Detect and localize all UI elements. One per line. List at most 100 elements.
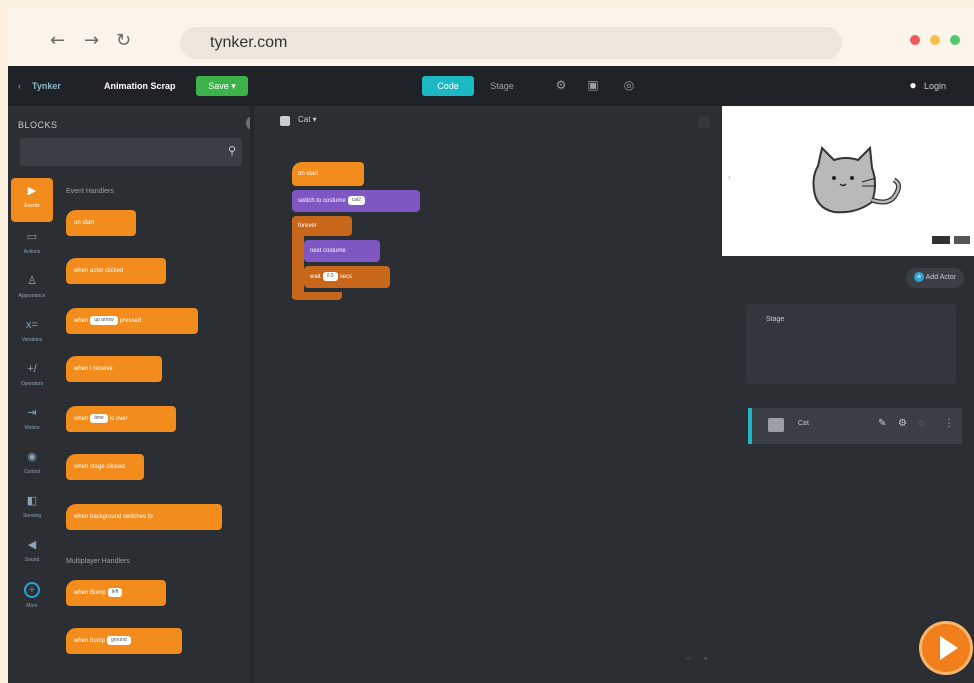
back-chevron-icon[interactable]: ‹ (18, 81, 21, 91)
category-variables[interactable]: x= Variables (11, 312, 53, 356)
window-dot-green[interactable] (950, 35, 960, 45)
block-when-key-pressed[interactable]: when up arrow pressed (66, 308, 198, 334)
category-label: More (26, 603, 38, 609)
stage-size-large-icon[interactable] (954, 236, 970, 244)
zoom-in-icon[interactable]: + (703, 654, 708, 663)
script-block-wait[interactable]: wait 0.5 secs (304, 266, 390, 288)
zoom-out-icon[interactable]: – (686, 654, 690, 663)
workspace-menu-icon[interactable] (698, 116, 710, 128)
app-topbar: ‹ Tynker Animation Scrap Save ▾ Code Sta… (8, 66, 974, 106)
square-icon: ▭ (26, 231, 38, 243)
category-control[interactable]: ◉ Control (11, 444, 53, 488)
tab-code[interactable]: Code (422, 76, 474, 96)
edit-icon[interactable]: ✎ (878, 418, 886, 429)
block-on-start[interactable]: on start (66, 210, 136, 236)
operator-icon: +/ (27, 363, 37, 375)
plus-icon: + (914, 272, 925, 282)
actor-thumbnail-icon (280, 116, 290, 126)
script-block-next-costume[interactable]: next costume (304, 240, 380, 262)
cat-sprite[interactable] (804, 144, 914, 224)
block-text: pressed (119, 318, 142, 324)
plus-icon: + (24, 582, 40, 598)
forward-icon[interactable]: → (84, 30, 99, 51)
reload-icon[interactable]: ↻ (116, 30, 131, 51)
block-pill[interactable]: cat2 (347, 195, 366, 205)
block-text: secs (339, 274, 352, 280)
block-when-background-switches[interactable]: when background switches to (66, 504, 222, 530)
category-label: Control (23, 469, 41, 475)
block-when-time[interactable]: when time is over (66, 406, 176, 432)
login-link[interactable]: Login (924, 81, 946, 91)
bug-icon[interactable]: ⚙ (554, 78, 568, 92)
script-block-forever[interactable]: forever (292, 216, 352, 236)
category-label: Motion (24, 425, 40, 431)
blocks-search-input[interactable]: ⚲ (20, 138, 242, 166)
block-text: on start (74, 220, 95, 226)
person-icon: ♙ (27, 275, 37, 287)
block-when-stage-clicked[interactable]: when stage clicked (66, 454, 144, 480)
project-title[interactable]: Animation Scrap (104, 81, 176, 91)
add-actor-button[interactable]: + Add Actor (906, 268, 964, 288)
category-label: Variables (21, 337, 43, 343)
block-pill[interactable]: up arrow (90, 315, 118, 325)
category-motion[interactable]: ⇥ Motion (11, 400, 53, 444)
stage-canvas[interactable]: ‹ (722, 106, 974, 256)
actor-selector[interactable]: Cat ▾ (298, 115, 317, 124)
category-sound[interactable]: ◀ Sound (11, 532, 53, 576)
block-when-i-receive[interactable]: when I receive (66, 356, 162, 382)
stage-size-small-icon[interactable] (932, 236, 950, 244)
script-block-switch-costume[interactable]: switch to costume cat2 (292, 190, 420, 212)
category-events[interactable]: ▶ Events (11, 178, 53, 222)
tynker-logo[interactable]: Tynker (32, 81, 61, 91)
block-text: on start (298, 171, 319, 177)
block-when-actor-clicked[interactable]: when actor clicked (66, 258, 166, 284)
category-label: Appearance (18, 293, 46, 299)
block-text: when (74, 318, 89, 324)
category-label: Actions (23, 249, 41, 255)
search-icon[interactable]: ⚲ (228, 144, 236, 157)
visibility-icon[interactable]: ◌ (918, 418, 924, 429)
tab-stage[interactable]: Stage (478, 76, 526, 96)
block-pill[interactable]: left (107, 587, 123, 597)
actors-panel: + Add Actor Stage Cat ✎ ⚙ ◌ ⋮ (722, 256, 974, 683)
window-dot-yellow[interactable] (930, 35, 940, 45)
category-appearance[interactable]: ♙ Appearance (11, 268, 53, 312)
book-icon[interactable]: ▣ (586, 78, 600, 92)
category-more[interactable]: + More (11, 576, 53, 620)
actor-thumbnail-icon (768, 418, 784, 432)
motion-icon: ⇥ (27, 407, 37, 419)
code-workspace[interactable]: Cat ▾ on start switch to costume cat2 for… (254, 106, 720, 683)
actor-selector-label: Cat (298, 115, 311, 124)
block-text: when background switches to (74, 514, 153, 520)
block-when-bump-ground[interactable]: when bump ground (66, 628, 182, 654)
section-label-events: Event Handlers (66, 188, 114, 195)
url-bar[interactable]: tynker.com (180, 27, 842, 59)
block-text: when Bump (74, 590, 106, 596)
more-options-icon[interactable]: ⋮ (944, 418, 954, 429)
sound-icon: ◀ (27, 539, 37, 551)
tab-stage-label: Stage (490, 81, 514, 91)
window-dot-red[interactable] (910, 35, 920, 45)
category-label: Sensing (22, 513, 42, 519)
save-button-label: Save (208, 81, 229, 91)
save-button[interactable]: Save ▾ (196, 76, 248, 96)
help-icon[interactable]: ◎ (622, 78, 636, 92)
play-button[interactable] (922, 624, 970, 672)
category-actions[interactable]: ▭ Actions (11, 224, 53, 268)
category-label: Sound (24, 557, 40, 563)
script-block-on-start[interactable]: on start (292, 162, 364, 186)
actor-row-cat[interactable]: Cat ✎ ⚙ ◌ ⋮ (748, 408, 962, 444)
settings-icon[interactable]: ⚙ (898, 418, 907, 429)
user-icon[interactable]: ● (906, 78, 920, 92)
category-operators[interactable]: +/ Operators (11, 356, 53, 400)
block-when-bump-left[interactable]: when Bump left (66, 580, 166, 606)
actors-header: Stage (766, 316, 785, 323)
collapse-stage-icon[interactable]: ‹ (728, 172, 731, 183)
back-icon[interactable]: ← (50, 30, 65, 51)
block-pill[interactable]: time (90, 413, 108, 423)
block-pill[interactable]: 0.5 (322, 271, 338, 281)
block-pill[interactable]: ground (107, 635, 131, 645)
block-text: when I receive (74, 366, 113, 372)
category-sensing[interactable]: ◧ Sensing (11, 488, 53, 532)
tab-code-label: Code (437, 81, 459, 91)
